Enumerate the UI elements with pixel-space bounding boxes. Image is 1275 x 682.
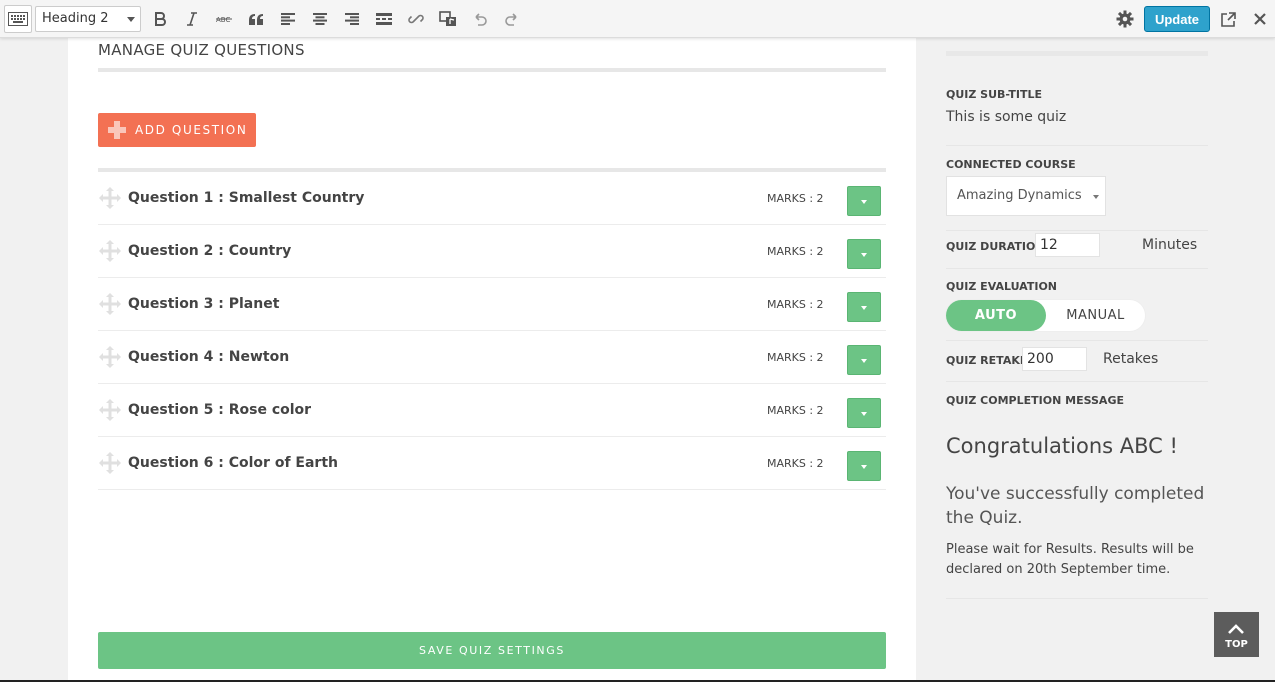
add-question-button[interactable]: ADD QUESTION <box>98 113 256 147</box>
question-title[interactable]: Question 1 : Smallest Country <box>128 190 364 206</box>
move-handle-icon[interactable] <box>98 239 122 263</box>
scroll-to-top-button[interactable]: TOP <box>1214 612 1259 657</box>
divider <box>946 340 1208 341</box>
completion-message-text[interactable]: Please wait for Results. Results will be… <box>946 540 1221 580</box>
section-title: MANAGE QUIZ QUESTIONS <box>98 41 305 59</box>
question-marks: MARKS : 2 <box>767 192 824 205</box>
external-link-icon[interactable] <box>1214 5 1242 33</box>
question-row[interactable]: Question 6 : Color of Earth MARKS : 2 <box>98 437 886 490</box>
quiz-subtitle-value[interactable]: This is some quiz <box>946 109 1066 125</box>
divider <box>946 598 1208 599</box>
quiz-evaluation-switch: AUTO MANUAL <box>946 300 1145 331</box>
question-title[interactable]: Question 2 : Country <box>128 243 291 259</box>
blockquote-icon[interactable] <box>242 5 270 33</box>
editor-toolbar: Heading 2 ABC Update <box>0 0 1275 38</box>
add-question-label: ADD QUESTION <box>135 123 248 137</box>
question-expand-button[interactable] <box>847 186 881 216</box>
move-handle-icon[interactable] <box>98 451 122 475</box>
svg-text:ABC: ABC <box>216 16 230 24</box>
link-icon[interactable] <box>402 5 430 33</box>
question-title[interactable]: Question 4 : Newton <box>128 349 289 365</box>
format-select-value: Heading 2 <box>42 11 109 26</box>
divider <box>946 381 1208 382</box>
move-handle-icon[interactable] <box>98 345 122 369</box>
divider <box>98 68 886 72</box>
chevron-up-icon <box>1228 624 1244 634</box>
gear-icon[interactable] <box>1111 5 1139 33</box>
chevron-down-icon <box>1093 195 1099 199</box>
question-row[interactable]: Question 4 : Newton MARKS : 2 <box>98 331 886 384</box>
question-expand-button[interactable] <box>847 398 881 428</box>
question-row[interactable]: Question 5 : Rose color MARKS : 2 <box>98 384 886 437</box>
keyboard-icon[interactable] <box>4 5 32 33</box>
divider <box>946 230 1208 231</box>
close-icon[interactable] <box>1246 5 1274 33</box>
question-expand-button[interactable] <box>847 239 881 269</box>
question-marks: MARKS : 2 <box>767 404 824 417</box>
quiz-completion-message-label: QUIZ COMPLETION MESSAGE <box>946 394 1124 407</box>
evaluation-auto-option[interactable]: AUTO <box>946 300 1046 331</box>
question-row[interactable]: Question 2 : Country MARKS : 2 <box>98 225 886 278</box>
question-row[interactable]: Question 1 : Smallest Country MARKS : 2 <box>98 172 886 225</box>
evaluation-manual-option[interactable]: MANUAL <box>1046 300 1145 331</box>
quiz-duration-unit: Minutes <box>1142 237 1198 253</box>
align-left-icon[interactable] <box>274 5 302 33</box>
quiz-subtitle-label: QUIZ SUB-TITLE <box>946 88 1042 101</box>
question-marks: MARKS : 2 <box>767 245 824 258</box>
question-expand-button[interactable] <box>847 345 881 375</box>
redo-icon[interactable] <box>498 5 526 33</box>
bold-icon[interactable] <box>146 5 174 33</box>
undo-icon[interactable] <box>466 5 494 33</box>
format-select[interactable]: Heading 2 <box>35 6 141 32</box>
divider <box>946 268 1208 269</box>
move-handle-icon[interactable] <box>98 186 122 210</box>
question-marks: MARKS : 2 <box>767 351 824 364</box>
connected-course-label: CONNECTED COURSE <box>946 158 1076 171</box>
question-expand-button[interactable] <box>847 451 881 481</box>
update-button[interactable]: Update <box>1144 6 1210 32</box>
quiz-duration-input[interactable]: 12 <box>1035 233 1100 257</box>
italic-icon[interactable] <box>178 5 206 33</box>
question-marks: MARKS : 2 <box>767 298 824 311</box>
save-quiz-settings-button[interactable]: SAVE QUIZ SETTINGS <box>98 632 886 669</box>
strikethrough-icon[interactable]: ABC <box>210 5 238 33</box>
move-handle-icon[interactable] <box>98 292 122 316</box>
quiz-duration-label: QUIZ DURATION <box>946 240 1045 253</box>
align-right-icon[interactable] <box>338 5 366 33</box>
question-list: Question 1 : Smallest Country MARKS : 2 Qu… <box>98 172 886 490</box>
manage-questions-panel: MANAGE QUIZ QUESTIONS ADD QUESTION Quest… <box>68 38 916 682</box>
align-center-icon[interactable] <box>306 5 334 33</box>
question-title[interactable]: Question 3 : Planet <box>128 296 279 312</box>
plus-icon <box>108 121 126 139</box>
completion-message-subheading[interactable]: You've successfully completed the Quiz. <box>946 482 1208 530</box>
move-handle-icon[interactable] <box>98 398 122 422</box>
quiz-evaluation-label: QUIZ EVALUATION <box>946 280 1057 293</box>
question-expand-button[interactable] <box>847 292 881 322</box>
connected-course-value: Amazing Dynamics <box>957 188 1082 203</box>
question-row[interactable]: Question 3 : Planet MARKS : 2 <box>98 278 886 331</box>
quiz-retakes-input[interactable]: 200 <box>1022 347 1087 371</box>
question-title[interactable]: Question 5 : Rose color <box>128 402 311 418</box>
completion-message-heading[interactable]: Congratulations ABC ! <box>946 434 1178 458</box>
question-title[interactable]: Question 6 : Color of Earth <box>128 455 338 471</box>
divider <box>946 145 1208 146</box>
chevron-down-icon <box>127 17 135 22</box>
media-icon[interactable] <box>434 5 462 33</box>
divider <box>946 51 1208 56</box>
quiz-retakes-unit: Retakes <box>1103 351 1159 367</box>
question-marks: MARKS : 2 <box>767 457 824 470</box>
read-more-icon[interactable] <box>370 5 398 33</box>
connected-course-select[interactable]: Amazing Dynamics <box>946 176 1106 216</box>
scroll-to-top-label: TOP <box>1225 639 1248 650</box>
